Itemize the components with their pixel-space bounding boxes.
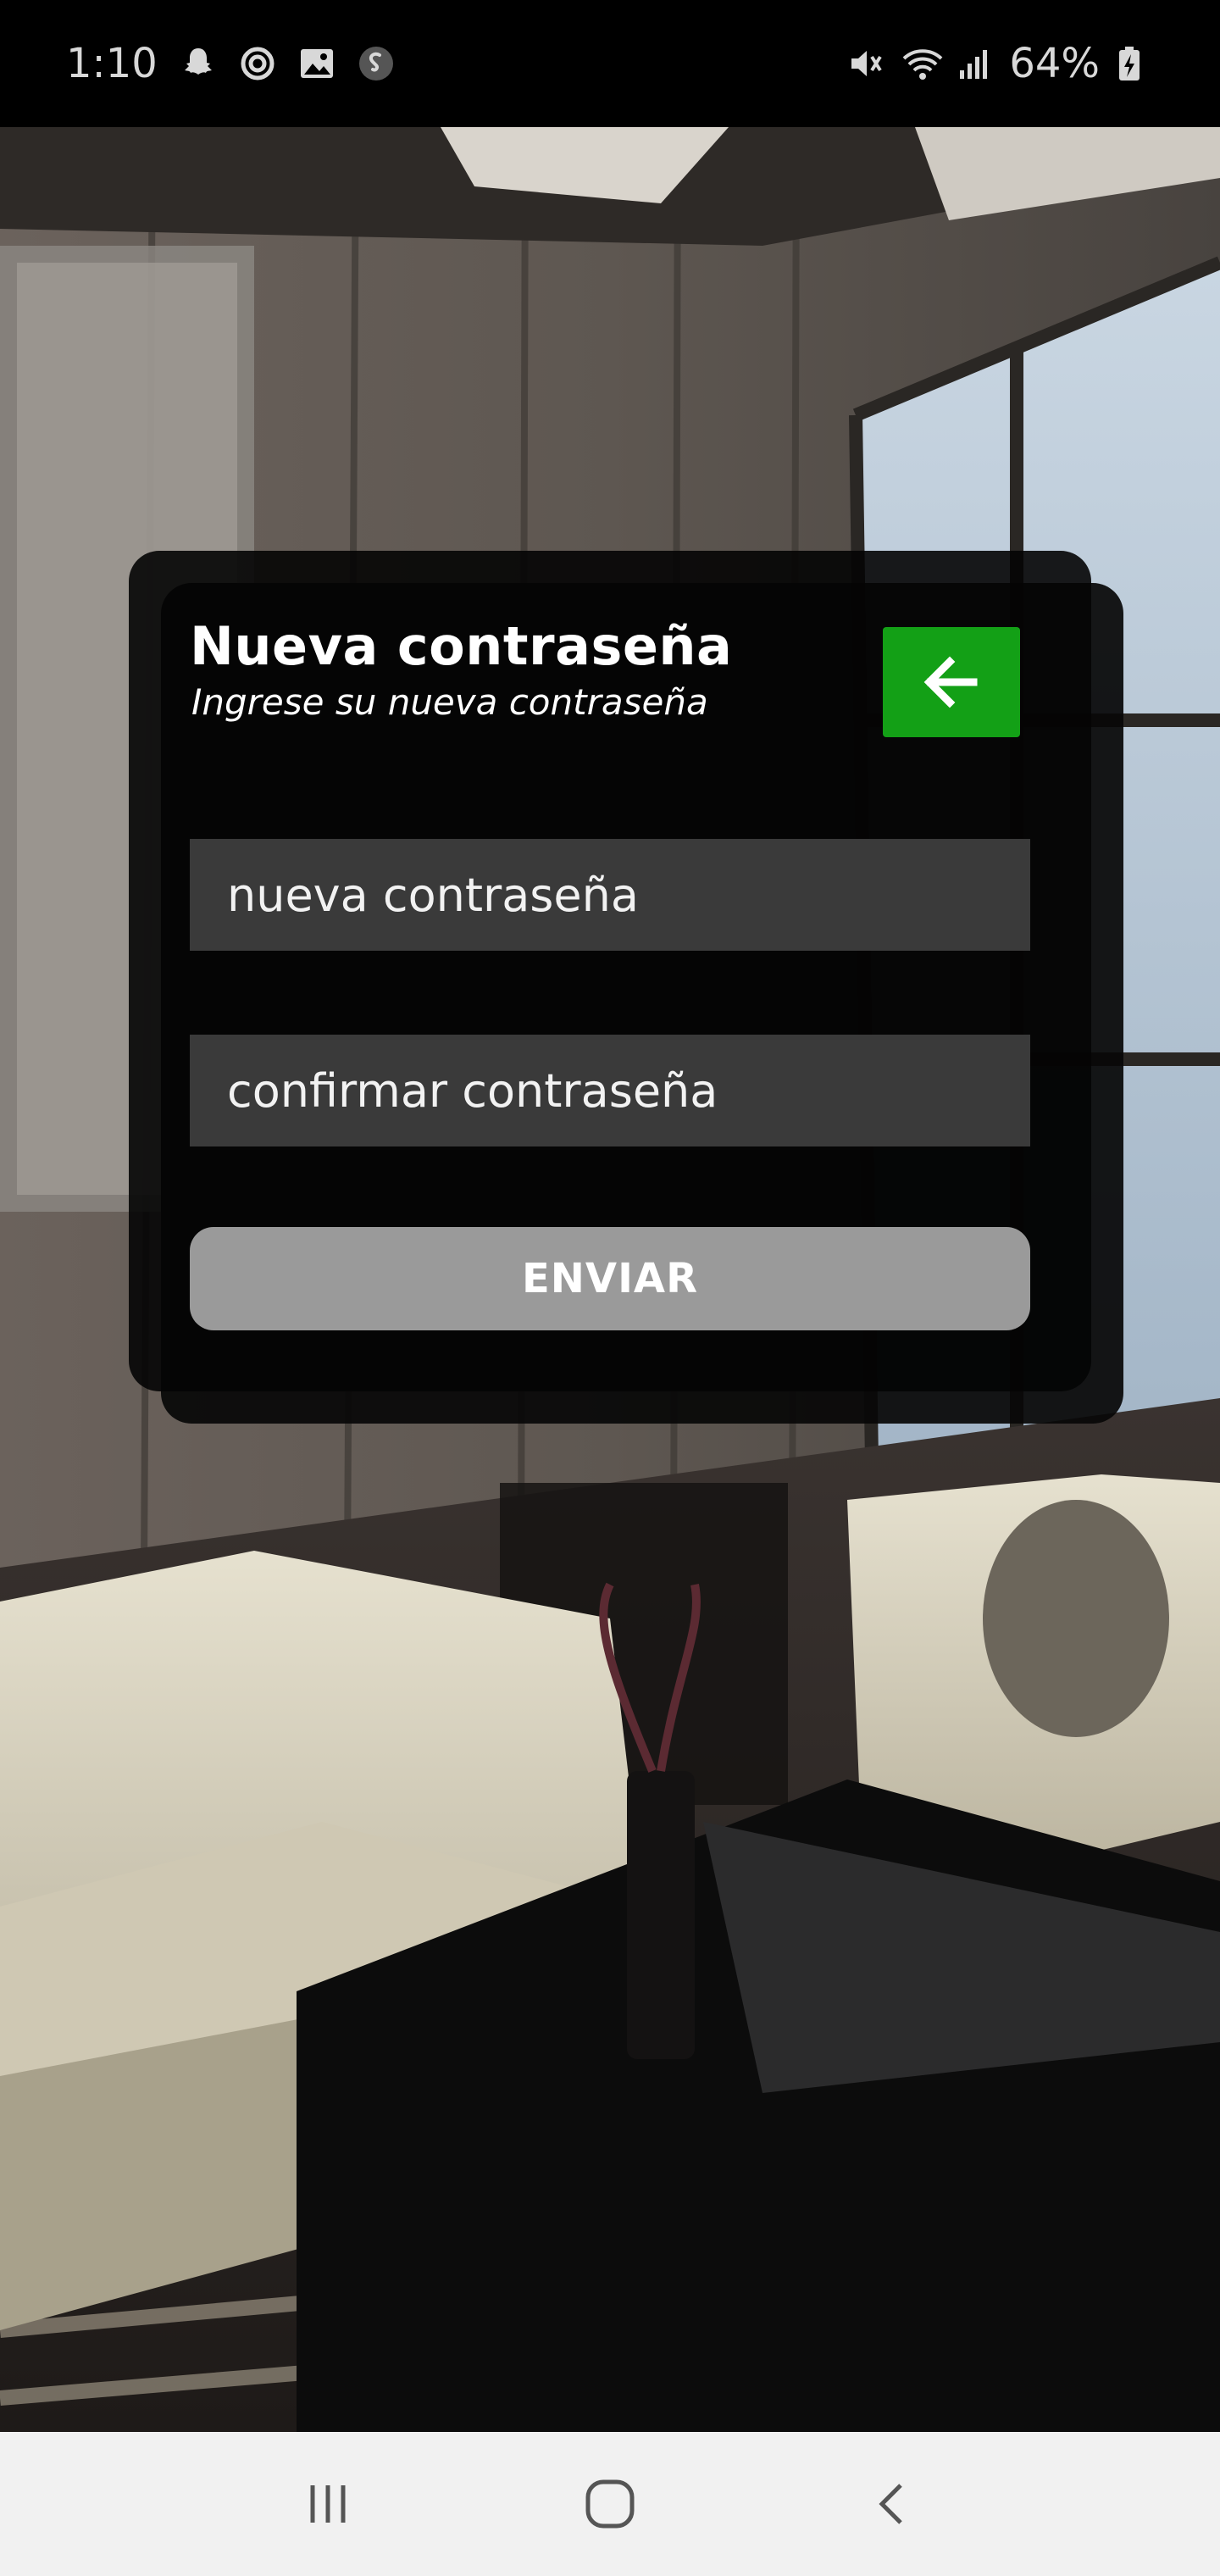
new-password-input[interactable] xyxy=(190,839,1030,951)
status-left: 1:10 xyxy=(66,40,395,87)
battery-charging-icon xyxy=(1117,45,1154,82)
dialog-title: Nueva contraseña xyxy=(190,615,733,677)
snapchat-icon xyxy=(180,45,217,82)
back-button[interactable] xyxy=(883,627,1020,737)
status-time: 1:10 xyxy=(66,40,158,87)
gallery-icon xyxy=(298,45,336,82)
new-password-dialog: Nueva contraseña Ingrese su nueva contra… xyxy=(129,551,1091,1391)
signal-icon xyxy=(955,45,992,82)
back-nav-button[interactable] xyxy=(841,2453,943,2555)
status-right: 64% xyxy=(846,40,1154,87)
battery-percent: 64% xyxy=(1009,40,1100,87)
home-icon xyxy=(585,2479,635,2529)
recent-apps-button[interactable] xyxy=(277,2453,379,2555)
mute-icon xyxy=(846,45,884,82)
recent-apps-icon xyxy=(310,2485,346,2523)
home-button[interactable] xyxy=(559,2453,661,2555)
status-bar: 1:10 64% xyxy=(0,0,1220,127)
back-icon xyxy=(879,2484,903,2524)
arrow-left-icon xyxy=(923,656,978,708)
send-button[interactable]: ENVIAR xyxy=(190,1227,1030,1330)
dialog-subtitle: Ingrese su nueva contraseña xyxy=(191,681,708,723)
sync-icon xyxy=(239,45,276,82)
shazam-icon xyxy=(358,45,395,82)
navigation-bar xyxy=(0,2432,1220,2576)
confirm-password-input[interactable] xyxy=(190,1035,1030,1146)
wifi-icon xyxy=(901,45,943,82)
